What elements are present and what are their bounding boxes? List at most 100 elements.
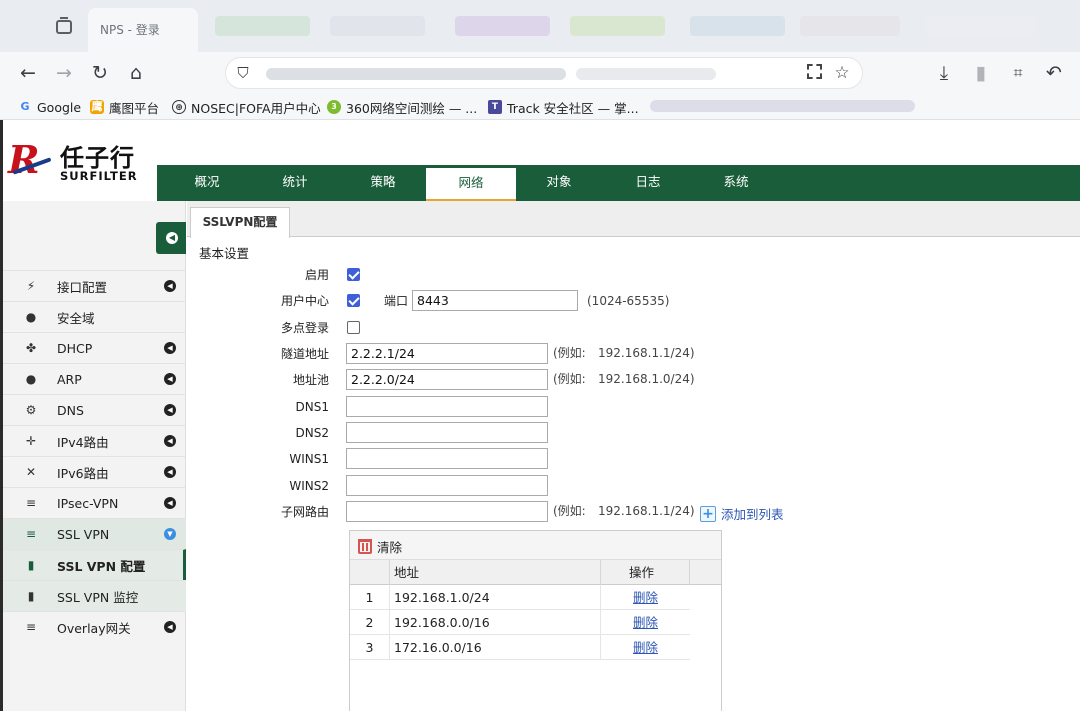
wins1-input[interactable] — [346, 448, 548, 469]
add-to-list-button[interactable]: + 添加到列表 — [700, 504, 784, 523]
bookmark-eagle[interactable]: 鹰 鹰图平台 — [90, 98, 159, 116]
tunnel-addr-hint-value: 192.168.1.1/24) — [598, 346, 695, 360]
chevron-left-icon: ◀ — [164, 435, 176, 447]
row-index: 3 — [350, 635, 390, 660]
port-input[interactable] — [412, 290, 578, 311]
addr-pool-hint-prefix: (例如: — [553, 372, 586, 386]
delete-link[interactable]: 删除 — [633, 640, 658, 655]
sidebar-item-dns[interactable]: ⚙ DNS ◀ — [3, 394, 186, 425]
subnet-route-hint-value: 192.168.1.1/24) — [598, 504, 695, 518]
bookmark-star-icon[interactable]: ☆ — [831, 62, 853, 84]
sidebar-item-interface[interactable]: ⚡ 接口配置 ◀ — [3, 270, 186, 301]
extension-icon[interactable]: ▮ — [970, 62, 992, 84]
sidebar-item-ssl-vpn[interactable]: ≡ SSL VPN ▼ — [3, 518, 186, 549]
row-wins1: WINS1 — [187, 447, 329, 471]
back-icon[interactable]: ← — [17, 62, 39, 84]
sidebar-collapse-button[interactable]: ◀ — [156, 222, 186, 254]
browser-tab-title: NPS - 登录 — [100, 23, 160, 37]
sidebar-item-label: ARP — [57, 371, 82, 387]
url-text-blurred — [266, 68, 566, 80]
bookmark-fofa[interactable]: ⊕ NOSEC|FOFA用户中心 — [172, 98, 321, 116]
sidebar-item-label: IPv6路由 — [57, 465, 109, 481]
topnav-stats[interactable]: 统计 — [250, 165, 340, 201]
row-index: 2 — [350, 610, 390, 635]
topnav-log[interactable]: 日志 — [603, 165, 693, 201]
browser-tab-bar: NPS - 登录 — [0, 0, 1080, 52]
topnav-overview[interactable]: 概况 — [162, 165, 252, 201]
user-center-label: 用户中心 — [280, 294, 329, 308]
bookmark-label: Google — [37, 99, 82, 115]
blurred-tab[interactable] — [330, 16, 425, 36]
forward-icon[interactable]: → — [53, 62, 75, 84]
grid-header-op[interactable]: 操作 — [601, 560, 690, 585]
home-icon[interactable]: ⌂ — [125, 62, 147, 84]
subnet-route-input[interactable] — [346, 501, 548, 522]
enable-checkbox[interactable] — [347, 268, 360, 281]
tab-sslvpn-config[interactable]: SSLVPN配置 — [190, 207, 290, 238]
sidebar-item-ssl-vpn-config[interactable]: ▮ SSL VPN 配置 — [3, 549, 186, 580]
row-op: 删除 — [601, 585, 690, 610]
topnav-policy[interactable]: 策略 — [338, 165, 428, 201]
sidebar-item-ipv6-route[interactable]: ✕ IPv6路由 ◀ — [3, 456, 186, 487]
sitemap-icon: ✤ — [25, 341, 37, 355]
site-info-icon[interactable]: ⛉ — [232, 62, 254, 84]
logo-mark: R — [8, 138, 52, 182]
sidebar-item-arp[interactable]: ● ARP ◀ — [3, 363, 186, 394]
grid-header-addr[interactable]: 地址 — [390, 560, 601, 585]
row-address: 172.16.0.0/16 — [390, 635, 601, 660]
eagle-icon: 鹰 — [90, 100, 104, 114]
blurred-tab[interactable] — [925, 16, 1035, 36]
wins2-input[interactable] — [346, 475, 548, 496]
delete-link[interactable]: 删除 — [633, 615, 658, 630]
qr-code-icon[interactable] — [807, 64, 822, 79]
sidebar-item-overlay-gateway[interactable]: ≡ Overlay网关 ◀ — [3, 611, 186, 642]
tab-overview-icon[interactable] — [56, 17, 72, 34]
bookmark-360[interactable]: 3 360网络空间测绘 — ... — [327, 98, 477, 116]
address-bar[interactable]: ⛉ ☆ — [225, 57, 863, 89]
blurred-tab[interactable] — [455, 16, 550, 36]
arrows-icon: ✛ — [25, 434, 37, 448]
blurred-tab[interactable] — [215, 16, 310, 36]
list-icon: ≡ — [25, 620, 37, 634]
undo-icon[interactable]: ↶ — [1043, 62, 1065, 84]
addr-pool-input[interactable] — [346, 369, 548, 390]
nps-app: R 任子行 SURFILTER 概况 统计 策略 网络 对象 日志 系统 ◀ ⚡… — [3, 120, 1080, 711]
subnet-route-grid: 清除 地址 操作 1 192.168.1.0/24 删除 2 192.168.0… — [349, 530, 722, 711]
sidebar-item-ipv4-route[interactable]: ✛ IPv4路由 ◀ — [3, 425, 186, 456]
dns2-input[interactable] — [346, 422, 548, 443]
bookmark-label: Track 安全社区 — 掌... — [507, 100, 639, 116]
topnav-system[interactable]: 系统 — [691, 165, 781, 201]
sidebar-item-label: SSL VPN 监控 — [57, 589, 139, 605]
blurred-tab[interactable] — [800, 16, 900, 36]
crop-icon[interactable]: ⌗ — [1007, 62, 1029, 84]
bookmark-google[interactable]: G Google — [18, 98, 81, 116]
user-center-checkbox[interactable] — [347, 294, 360, 307]
sidebar-item-security-zone[interactable]: ● 安全域 — [3, 301, 186, 332]
chevron-left-icon: ◀ — [164, 466, 176, 478]
delete-link[interactable]: 删除 — [633, 590, 658, 605]
blurred-tab[interactable] — [690, 16, 785, 36]
blurred-tab[interactable] — [570, 16, 665, 36]
tunnel-addr-input[interactable] — [346, 343, 548, 364]
download-icon[interactable]: ⤓ — [933, 62, 955, 84]
sidebar-item-ipsec-vpn[interactable]: ≡ IPsec-VPN ◀ — [3, 487, 186, 518]
bookmark-track[interactable]: T Track 安全社区 — 掌... — [488, 98, 639, 116]
row-multi-login: 多点登录 — [187, 316, 329, 340]
dns1-label: DNS1 — [295, 400, 329, 414]
dns1-input[interactable] — [346, 396, 548, 417]
clear-label: 清除 — [377, 540, 403, 555]
globe-icon: ● — [25, 310, 37, 324]
multi-login-checkbox[interactable] — [347, 321, 360, 334]
subnet-route-hint-prefix: (例如: — [553, 504, 586, 518]
sidebar-item-ssl-vpn-monitor[interactable]: ▮ SSL VPN 监控 — [3, 580, 186, 611]
row-wins2: WINS2 — [187, 474, 329, 498]
globe-icon: ⊕ — [172, 100, 186, 114]
topnav-object[interactable]: 对象 — [514, 165, 604, 201]
reload-icon[interactable]: ↻ — [89, 62, 111, 84]
row-dns2: DNS2 — [187, 421, 329, 445]
bookmark-label: 360网络空间测绘 — ... — [346, 100, 478, 116]
shield-icon: T — [488, 100, 502, 114]
sidebar-item-dhcp[interactable]: ✤ DHCP ◀ — [3, 332, 186, 363]
topnav-network[interactable]: 网络 — [426, 168, 516, 201]
clear-button[interactable]: 清除 — [358, 537, 402, 556]
